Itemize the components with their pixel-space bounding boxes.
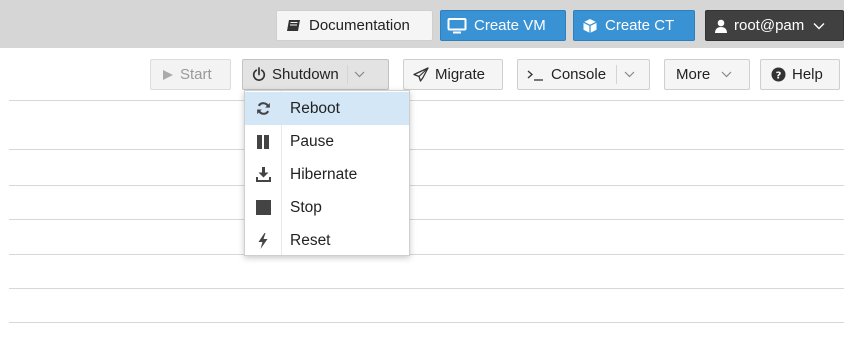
migrate-button[interactable]: Migrate (403, 59, 503, 90)
cube-icon (582, 18, 598, 34)
download-icon (245, 167, 281, 182)
menu-item-label: Pause (290, 132, 334, 150)
create-ct-label: Create CT (605, 17, 675, 34)
shutdown-button[interactable]: Shutdown (242, 59, 389, 90)
start-button[interactable]: Start (150, 59, 231, 90)
create-vm-button[interactable]: Create VM (440, 10, 566, 41)
chevron-down-icon[interactable] (348, 71, 372, 78)
play-icon (162, 69, 174, 81)
create-vm-label: Create VM (474, 17, 546, 34)
bolt-icon (245, 232, 281, 249)
more-button[interactable]: More (664, 59, 750, 90)
terminal-icon (527, 69, 545, 81)
menu-item-hibernate[interactable]: Hibernate (245, 158, 409, 191)
migrate-label: Migrate (435, 66, 486, 83)
grid-row-divider (9, 149, 844, 150)
shutdown-label: Shutdown (272, 66, 339, 83)
create-ct-button[interactable]: Create CT (573, 10, 695, 41)
documentation-label: Documentation (309, 17, 410, 34)
stop-icon (245, 200, 281, 215)
book-icon (286, 19, 302, 33)
menu-item-reset[interactable]: Reset (245, 224, 409, 257)
menu-item-label: Hibernate (290, 165, 358, 183)
grid-row-divider (9, 288, 844, 289)
help-label: Help (792, 66, 823, 83)
user-menu-button[interactable]: root@pam (705, 10, 844, 41)
grid-row-divider (9, 254, 844, 255)
svg-text:?: ? (776, 71, 782, 82)
menu-item-pause[interactable]: Pause (245, 125, 409, 158)
top-bar: Documentation Create VM Create CT root@p… (0, 0, 844, 48)
grid-row-divider (9, 185, 844, 186)
toolbar: Start Shutdown Migrate Console More ? He… (0, 48, 844, 100)
menu-item-label: Reboot (290, 99, 340, 117)
grid-row-divider (9, 100, 844, 101)
grid-row-divider (9, 322, 844, 323)
user-label: root@pam (734, 17, 805, 34)
more-label: More (676, 66, 711, 83)
menu-item-reboot[interactable]: Reboot (245, 92, 409, 125)
chevron-down-icon (714, 71, 738, 78)
desktop-icon (447, 17, 467, 34)
menu-item-stop[interactable]: Stop (245, 191, 409, 224)
chevron-down-icon[interactable] (617, 71, 641, 78)
console-label: Console (551, 66, 607, 83)
start-label: Start (180, 66, 212, 83)
question-circle-icon: ? (771, 67, 786, 82)
documentation-button[interactable]: Documentation (276, 10, 433, 41)
send-icon (413, 67, 429, 82)
menu-item-label: Reset (290, 231, 331, 249)
help-button[interactable]: ? Help (760, 59, 840, 90)
pause-icon (245, 134, 281, 149)
shutdown-dropdown-menu: Reboot Pause Hibernate Stop Reset (244, 90, 410, 256)
user-icon (715, 19, 727, 33)
menu-item-label: Stop (290, 198, 322, 216)
power-icon (252, 67, 266, 82)
grid-row-divider (9, 219, 844, 220)
refresh-icon (245, 101, 281, 116)
console-button[interactable]: Console (517, 59, 650, 90)
chevron-down-icon (813, 22, 825, 30)
